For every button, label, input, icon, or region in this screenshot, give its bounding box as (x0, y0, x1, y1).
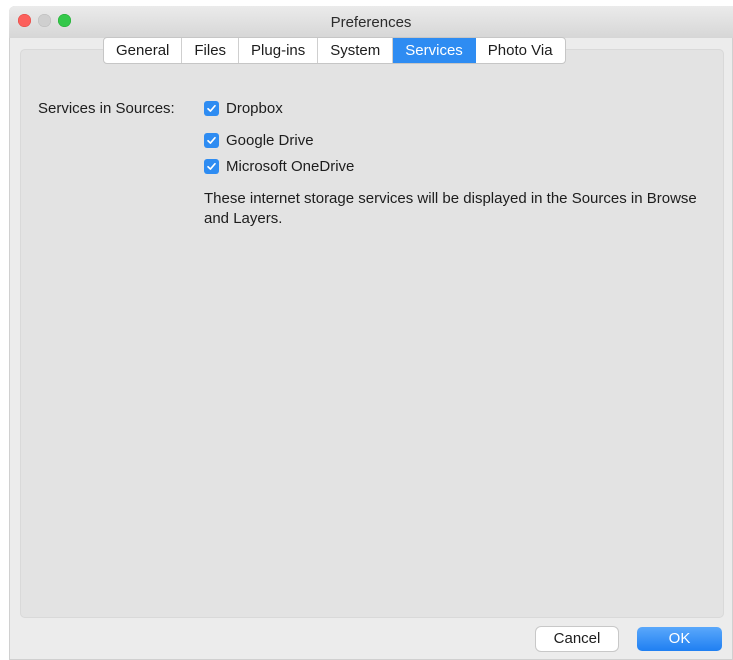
services-panel (20, 49, 724, 618)
services-in-sources-label: Services in Sources: (38, 100, 175, 117)
dropbox-label[interactable]: Dropbox (226, 100, 283, 117)
dropbox-checkbox[interactable] (204, 101, 219, 116)
window-title: Preferences (330, 14, 412, 31)
tab-files[interactable]: Files (182, 38, 240, 63)
tab-general[interactable]: General (104, 38, 183, 63)
tab-services[interactable]: Services (393, 38, 476, 63)
google-drive-label[interactable]: Google Drive (226, 132, 314, 149)
checkmark-icon (207, 104, 216, 112)
checkmark-icon (207, 162, 216, 170)
tab-photo-via[interactable]: Photo Via (476, 38, 565, 63)
tab-plug-ins[interactable]: Plug-ins (239, 38, 319, 63)
ok-button[interactable]: OK (637, 627, 722, 651)
tab-system[interactable]: System (318, 38, 394, 63)
cancel-button[interactable]: Cancel (536, 627, 618, 651)
preferences-window: Preferences General Files Plug-ins Syste… (9, 6, 733, 660)
microsoft-onedrive-checkbox[interactable] (204, 159, 219, 174)
microsoft-onedrive-label[interactable]: Microsoft OneDrive (226, 158, 354, 175)
checkmark-icon (207, 136, 216, 144)
title-bar: Preferences (9, 6, 733, 38)
services-description: These internet storage services will be … (204, 190, 697, 227)
preferences-tabs: General Files Plug-ins System Services P… (103, 37, 566, 64)
google-drive-checkbox[interactable] (204, 133, 219, 148)
